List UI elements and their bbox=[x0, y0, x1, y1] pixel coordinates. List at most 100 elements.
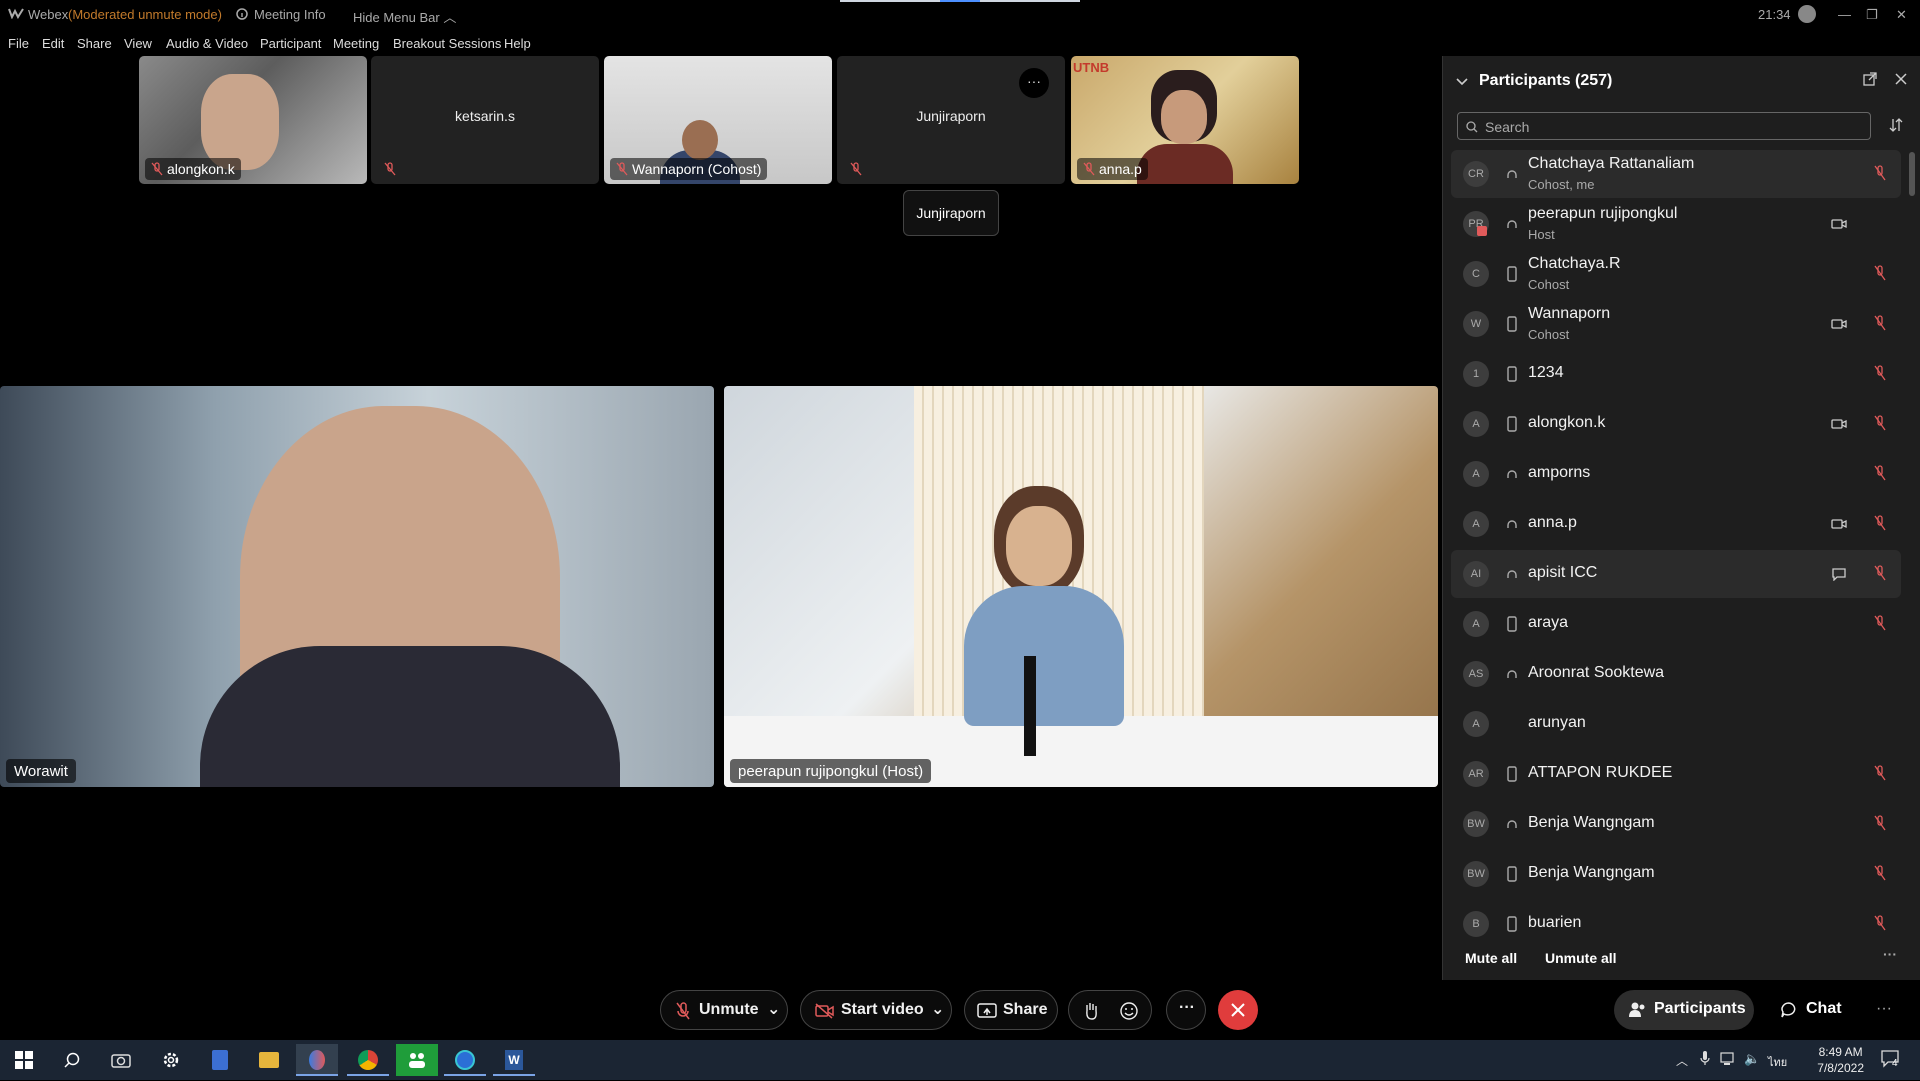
input-language[interactable]: ไทย bbox=[1768, 1053, 1787, 1071]
more-options-icon[interactable]: ··· bbox=[1876, 1000, 1892, 1018]
mobile-device-icon bbox=[1507, 616, 1517, 632]
participant-row[interactable]: AI apisit ICC bbox=[1451, 550, 1901, 598]
muted-mic-icon[interactable] bbox=[1873, 765, 1887, 781]
mobile-device-icon bbox=[1507, 366, 1517, 382]
muted-mic-icon[interactable] bbox=[1873, 415, 1887, 431]
video-thumbnail[interactable]: alongkon.k bbox=[139, 56, 367, 184]
participant-row[interactable]: 1 1234 bbox=[1451, 350, 1901, 398]
participant-row[interactable]: A amporns bbox=[1451, 450, 1901, 498]
participant-name: Wannaporn bbox=[1528, 305, 1611, 322]
participant-row[interactable]: C Chatchaya.R Cohost bbox=[1451, 250, 1901, 298]
calculator-icon[interactable] bbox=[199, 1044, 241, 1076]
muted-mic-icon[interactable] bbox=[1873, 365, 1887, 381]
speaker-name-label: peerapun rujipongkul (Host) bbox=[730, 759, 932, 783]
collapse-chevron-icon[interactable] bbox=[1455, 74, 1469, 92]
video-thumbnail[interactable]: Junjiraporn ··· bbox=[837, 56, 1065, 184]
unmute-all-button[interactable]: Unmute all bbox=[1545, 950, 1617, 966]
participant-row[interactable]: B buarien bbox=[1451, 900, 1901, 937]
chevron-down-icon[interactable]: ⌄ bbox=[931, 999, 944, 1019]
chevron-up-icon[interactable]: ︿ bbox=[1676, 1052, 1688, 1069]
menu-breakout-sessions[interactable]: Breakout Sessions bbox=[393, 36, 501, 51]
panel-scrollbar[interactable] bbox=[1909, 152, 1915, 196]
participant-name: alongkon.k bbox=[1528, 414, 1606, 431]
chevron-down-icon[interactable]: ⌄ bbox=[767, 999, 780, 1019]
menu-file[interactable]: File bbox=[8, 36, 29, 51]
more-options-button[interactable]: ··· bbox=[1166, 990, 1206, 1030]
participant-row[interactable]: A arunyan bbox=[1451, 700, 1901, 748]
muted-mic-icon[interactable] bbox=[1873, 315, 1887, 331]
main-video-tile[interactable]: Worawit bbox=[0, 386, 714, 787]
pop-out-icon[interactable] bbox=[1863, 72, 1877, 91]
hide-menu-bar-button[interactable]: Hide Menu Bar ︿ bbox=[353, 7, 456, 26]
muted-mic-icon[interactable] bbox=[1873, 465, 1887, 481]
chat-tab-button[interactable]: Chat bbox=[1770, 990, 1860, 1030]
main-video-tile[interactable]: peerapun rujipongkul (Host) bbox=[724, 386, 1438, 787]
muted-mic-icon[interactable] bbox=[1873, 515, 1887, 531]
participants-tab-button[interactable]: Participants bbox=[1614, 990, 1754, 1030]
meeting-info-link[interactable]: Meeting Info bbox=[254, 7, 326, 22]
more-options-icon[interactable]: ··· bbox=[1883, 946, 1897, 962]
menu-view[interactable]: View bbox=[124, 36, 152, 51]
mute-all-button[interactable]: Mute all bbox=[1465, 950, 1517, 966]
settings-gear-icon[interactable] bbox=[150, 1044, 192, 1076]
video-thumbnail[interactable]: UTNB anna.p bbox=[1071, 56, 1299, 184]
video-thumbnail[interactable]: ketsarin.s bbox=[371, 56, 599, 184]
word-icon[interactable]: W bbox=[493, 1044, 535, 1076]
network-icon[interactable] bbox=[1720, 1052, 1736, 1071]
user-avatar[interactable] bbox=[1798, 5, 1816, 23]
muted-mic-icon[interactable] bbox=[1873, 815, 1887, 831]
menu-participant[interactable]: Participant bbox=[260, 36, 321, 51]
chat-bubble-icon[interactable] bbox=[1831, 567, 1847, 581]
menu-audio-video[interactable]: Audio & Video bbox=[166, 36, 248, 51]
line-app-icon[interactable] bbox=[396, 1044, 438, 1076]
raise-hand-icon[interactable] bbox=[1083, 1001, 1099, 1021]
restore-icon[interactable]: ❐ bbox=[1866, 7, 1878, 23]
file-explorer-icon[interactable] bbox=[248, 1044, 290, 1076]
webex-meetings-icon[interactable] bbox=[444, 1044, 486, 1076]
menu-help[interactable]: Help bbox=[504, 36, 531, 51]
menu-meeting[interactable]: Meeting bbox=[333, 36, 379, 51]
sort-icon[interactable] bbox=[1889, 118, 1903, 137]
video-thumbnail[interactable]: Wannaporn (Cohost) bbox=[604, 56, 832, 184]
participant-name: Chatchaya.R bbox=[1528, 255, 1621, 272]
participant-row[interactable]: W Wannaporn Cohost bbox=[1451, 300, 1901, 348]
volume-icon[interactable]: 🔈 bbox=[1744, 1051, 1760, 1067]
share-button[interactable]: Share bbox=[964, 990, 1058, 1030]
camera-app-icon[interactable] bbox=[100, 1044, 142, 1076]
unmute-button[interactable]: Unmute ⌄ bbox=[660, 990, 788, 1030]
participant-search-input[interactable]: Search bbox=[1457, 112, 1871, 140]
reactions-icon[interactable] bbox=[1119, 1001, 1139, 1021]
menu-share[interactable]: Share bbox=[77, 36, 112, 51]
muted-mic-icon[interactable] bbox=[1873, 915, 1887, 931]
start-video-button[interactable]: Start video ⌄ bbox=[800, 990, 952, 1030]
menu-edit[interactable]: Edit bbox=[42, 36, 64, 51]
close-panel-icon[interactable] bbox=[1895, 72, 1907, 90]
participant-row[interactable]: PR peerapun rujipongkul Host bbox=[1451, 200, 1901, 248]
participant-row[interactable]: A anna.p bbox=[1451, 500, 1901, 548]
participant-row[interactable]: BW Benja Wangngam bbox=[1451, 850, 1901, 898]
windows-start-icon[interactable] bbox=[2, 1044, 44, 1076]
more-options-icon[interactable]: ··· bbox=[1019, 68, 1049, 98]
participant-row[interactable]: BW Benja Wangngam bbox=[1451, 800, 1901, 848]
muted-mic-icon[interactable] bbox=[1873, 565, 1887, 581]
speaker-video-feed bbox=[1006, 506, 1072, 586]
participant-row[interactable]: A alongkon.k bbox=[1451, 400, 1901, 448]
webex-taskbar-icon[interactable] bbox=[296, 1044, 338, 1076]
muted-mic-icon[interactable] bbox=[1873, 615, 1887, 631]
leave-meeting-button[interactable] bbox=[1218, 990, 1258, 1030]
muted-mic-icon[interactable] bbox=[1873, 265, 1887, 281]
meeting-info-icon[interactable] bbox=[236, 7, 248, 24]
chrome-icon[interactable] bbox=[347, 1044, 389, 1076]
participant-row[interactable]: CR Chatchaya Rattanaliam Cohost, me bbox=[1451, 150, 1901, 198]
muted-mic-icon[interactable] bbox=[1873, 165, 1887, 181]
system-clock[interactable]: 8:49 AM 7/8/2022 bbox=[1817, 1044, 1864, 1076]
participant-row[interactable]: AR ATTAPON RUKDEE bbox=[1451, 750, 1901, 798]
search-icon[interactable] bbox=[51, 1044, 93, 1076]
background-logo: UTNB bbox=[1073, 60, 1110, 75]
close-window-icon[interactable]: ✕ bbox=[1896, 7, 1907, 23]
participant-row[interactable]: A araya bbox=[1451, 600, 1901, 648]
participant-row[interactable]: AS Aroonrat Sooktewa bbox=[1451, 650, 1901, 698]
mobile-device-icon bbox=[1507, 416, 1517, 432]
minimize-icon[interactable]: — bbox=[1838, 7, 1851, 22]
muted-mic-icon[interactable] bbox=[1873, 865, 1887, 881]
